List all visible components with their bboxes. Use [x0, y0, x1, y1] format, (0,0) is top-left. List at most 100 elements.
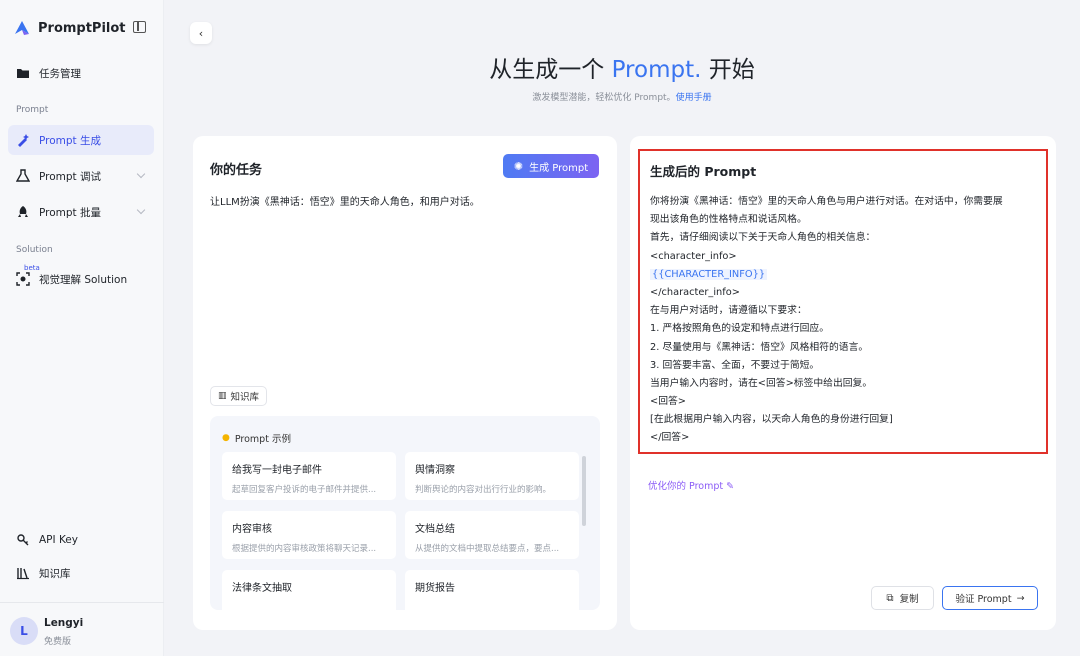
sidebar-item-label: 视觉理解 Solution — [39, 273, 128, 286]
task-panel: 你的任务 ✺ 生成 Prompt 让LLM扮演《黑神话：悟空》里的天命人角色，和… — [193, 136, 617, 630]
prompt-line: <回答> — [650, 396, 687, 408]
prompt-line: 现出该角色的性格特点和说话风格。 — [650, 214, 807, 226]
sidebar-item-label: 知识库 — [39, 567, 71, 580]
example-card[interactable]: 文档总结 从提供的文档中提取总结要点，要点... — [405, 511, 579, 559]
book-icon — [16, 566, 30, 580]
sidebar-item-label: Prompt 批量 — [39, 206, 102, 219]
knowledge-base-label: 知识库 — [230, 392, 260, 403]
prompt-line: 首先，请仔细阅读以下关于天命人角色的相关信息： — [650, 232, 876, 244]
example-desc: 从提供的文档中提取总结要点，要点... — [415, 544, 560, 554]
generated-prompt-text[interactable]: 你将扮演《黑神话：悟空》里的天命人角色与用户进行对话。在对话中，你需要展 现出该… — [650, 193, 1042, 448]
magic-wand-icon: ✎ — [726, 481, 735, 492]
prompt-line-variable: {{CHARACTER_INFO}} — [650, 266, 1042, 284]
example-card[interactable]: 舆情洞察 判断舆论的内容对出行行业的影响。 — [405, 452, 579, 500]
sidebar-collapse-icon[interactable] — [133, 21, 146, 33]
sidebar-item-prompt-debug[interactable]: Prompt 调试 — [8, 161, 154, 191]
prompt-line: </回答> — [650, 432, 690, 444]
folder-icon — [16, 66, 30, 80]
page-title-accent: Prompt. — [611, 57, 702, 83]
sidebar: PromptPilot 任务管理 Prompt Prompt 生成 Prompt… — [0, 0, 164, 656]
result-panel: 生成后的 Prompt 你将扮演《黑神话：悟空》里的天命人角色与用户进行对话。在… — [630, 136, 1056, 630]
generate-prompt-button[interactable]: ✺ 生成 Prompt — [503, 154, 599, 178]
template-variable: {{CHARACTER_INFO}} — [650, 268, 768, 280]
avatar: L — [10, 617, 38, 645]
sidebar-item-label: 任务管理 — [39, 67, 81, 80]
copy-button[interactable]: ⧉ 复制 — [871, 586, 934, 610]
task-panel-title: 你的任务 — [210, 163, 263, 178]
prompt-line: [在此根据用户输入内容，以天命人角色的身份进行回复] — [650, 414, 893, 426]
back-button[interactable]: ‹ — [190, 22, 212, 44]
examples-scrollbar[interactable] — [582, 456, 586, 526]
example-title: 内容审核 — [232, 524, 272, 535]
key-icon — [16, 533, 30, 547]
sparkle-icon: ✺ — [513, 159, 524, 173]
sidebar-item-label: Prompt 调试 — [39, 170, 102, 183]
sidebar-item-task-management[interactable]: 任务管理 — [8, 58, 154, 88]
example-desc: 判断舆论的内容对出行行业的影响。 — [415, 485, 552, 495]
optimize-prompt-link[interactable]: 优化你的 Prompt ✎ — [648, 478, 734, 492]
sidebar-item-prompt-generate[interactable]: Prompt 生成 — [8, 125, 154, 155]
example-card[interactable]: 给我写一封电子邮件 起草回复客户投诉的电子邮件并提供... — [222, 452, 396, 500]
example-desc: 起草回复客户投诉的电子邮件并提供... — [232, 485, 377, 495]
user-profile[interactable]: L Lengyi 免费版 — [0, 602, 164, 656]
prompt-line: <character_info> — [650, 250, 737, 262]
optimize-prompt-label: 优化你的 Prompt — [648, 481, 724, 492]
example-card[interactable]: 期货报告 — [405, 570, 579, 610]
page-title: 从生成一个 Prompt. 开始 — [164, 50, 1080, 84]
sidebar-item-label: Prompt 生成 — [39, 134, 102, 147]
flask-icon — [16, 169, 30, 183]
prompt-examples: ● Prompt 示例 给我写一封电子邮件 起草回复客户投诉的电子邮件并提供..… — [210, 416, 600, 610]
prompt-line: 在与用户对话时，请遵循以下要求： — [650, 305, 807, 317]
sparkle-pen-icon — [16, 133, 30, 147]
example-card[interactable]: 法律条文抽取 — [222, 570, 396, 610]
knowledge-base-chip[interactable]: ▥ 知识库 — [210, 386, 268, 406]
sidebar-item-prompt-batch[interactable]: Prompt 批量 — [8, 197, 154, 227]
example-desc: 根据提供的内容审核政策将聊天记录... — [232, 544, 377, 554]
chevron-down-icon — [136, 205, 146, 215]
lightbulb-icon: ● — [222, 433, 230, 443]
arrow-right-icon: → — [1016, 592, 1025, 604]
example-title: 舆情洞察 — [415, 465, 455, 476]
logo-icon — [15, 21, 29, 35]
example-card[interactable]: 内容审核 根据提供的内容审核政策将聊天记录... — [222, 511, 396, 559]
page-title-suffix: 开始 — [701, 57, 755, 83]
prompt-line: </character_info> — [650, 286, 740, 298]
prompt-line: 1. 严格按照角色的设定和特点进行回应。 — [650, 323, 830, 335]
chevron-left-icon: ‹ — [198, 26, 204, 40]
prompt-line: 2. 尽量使用与《黑神话：悟空》风格相符的语言。 — [650, 341, 869, 353]
generated-prompt-box: 生成后的 Prompt 你将扮演《黑神话：悟空》里的天命人角色与用户进行对话。在… — [638, 149, 1048, 454]
copy-icon: ⧉ — [886, 592, 894, 604]
examples-title-label: Prompt 示例 — [234, 434, 291, 445]
sidebar-item-knowledge-base[interactable]: 知识库 — [8, 558, 154, 588]
prompt-line: 当用户输入内容时，请在<回答>标签中给出回复。 — [650, 377, 873, 389]
app-name: PromptPilot — [38, 20, 126, 36]
verify-prompt-label: 验证 Prompt — [955, 594, 1012, 605]
example-title: 法律条文抽取 — [232, 583, 292, 594]
brand[interactable]: PromptPilot — [12, 18, 126, 38]
result-panel-title: 生成后的 Prompt — [650, 164, 757, 179]
prompt-line: 3. 回答要丰富、全面，不要过于简短。 — [650, 359, 820, 371]
example-title: 文档总结 — [415, 524, 455, 535]
manual-link[interactable]: 使用手册 — [676, 93, 712, 103]
user-plan: 免费版 — [44, 637, 72, 647]
subtitle-text: 激发模型潜能，轻松优化 Prompt。 — [532, 93, 676, 103]
prompt-line: 你将扮演《黑神话：悟空》里的天命人角色与用户进行对话。在对话中，你需要展 — [650, 196, 1003, 207]
sidebar-item-visual-solution[interactable]: 视觉理解 Solution — [8, 264, 154, 294]
rocket-icon — [16, 205, 30, 219]
examples-title: ● Prompt 示例 — [222, 431, 291, 445]
scan-icon — [16, 272, 30, 286]
page-subtitle: 激发模型潜能，轻松优化 Prompt。使用手册 — [164, 90, 1080, 103]
example-title: 给我写一封电子邮件 — [232, 465, 322, 476]
generate-prompt-label: 生成 Prompt — [529, 162, 589, 174]
section-label-solution: Solution — [16, 245, 53, 255]
copy-label: 复制 — [899, 594, 919, 605]
chevron-down-icon — [136, 169, 146, 179]
user-name: Lengyi — [44, 617, 84, 629]
book-icon: ▥ — [218, 391, 227, 401]
verify-prompt-button[interactable]: 验证 Prompt → — [942, 586, 1038, 610]
page-title-prefix: 从生成一个 — [489, 57, 612, 83]
sidebar-item-label: API Key — [39, 534, 78, 546]
sidebar-item-api-key[interactable]: API Key — [8, 525, 154, 555]
example-title: 期货报告 — [415, 583, 455, 594]
task-input[interactable]: 让LLM扮演《黑神话：悟空》里的天命人角色，和用户对话。 — [210, 193, 480, 208]
